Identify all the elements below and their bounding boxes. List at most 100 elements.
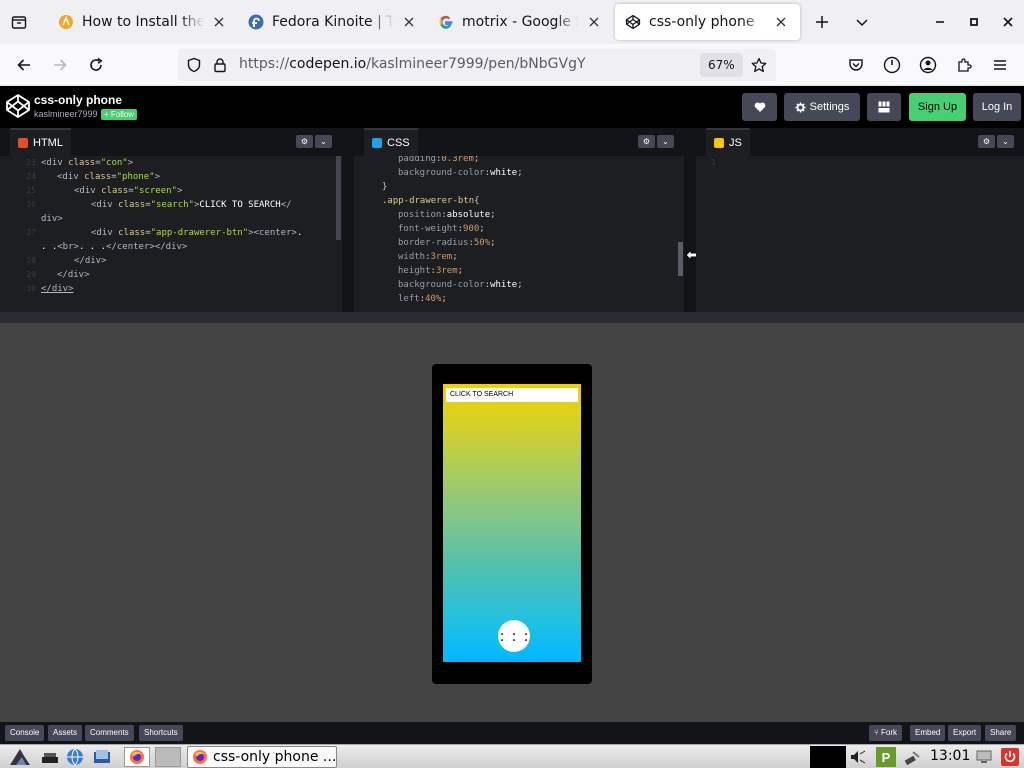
html-code[interactable]: 23 <div class="con"> 24 <div class="phon… xyxy=(0,156,342,312)
parcellite-icon[interactable]: P xyxy=(876,747,896,767)
js-badge-icon xyxy=(714,138,724,148)
js-editor-tools: ⚙ ⌄ xyxy=(978,135,1014,148)
js-editor-label: JS xyxy=(729,137,742,149)
css-editor-label: CSS xyxy=(387,137,410,149)
workspace-switcher[interactable] xyxy=(155,747,181,767)
log-in-button[interactable]: Log In xyxy=(973,93,1021,121)
layout-grid-icon xyxy=(878,101,890,113)
css-editor-tab: CSS xyxy=(364,128,418,156)
bookmark-star-icon[interactable] xyxy=(747,53,771,77)
heart-icon xyxy=(754,102,765,112)
taskbar-clock[interactable]: 13:01 xyxy=(930,748,970,764)
codepen-icon xyxy=(625,14,641,30)
chevron-down-icon[interactable]: ⌄ xyxy=(657,135,674,148)
js-code[interactable]: 1 xyxy=(696,156,1024,312)
network-icon[interactable] xyxy=(902,747,922,767)
love-button[interactable] xyxy=(742,93,777,121)
url-host: codepen.io xyxy=(289,56,367,72)
codepen-footer: Console Assets Comments Shortcuts ⑂ Fork… xyxy=(0,722,1024,744)
console-button[interactable]: Console xyxy=(5,725,45,741)
firefox-icon xyxy=(193,750,207,764)
html-editor-tools: ⚙ ⌄ xyxy=(296,135,332,148)
phone-search-box[interactable]: CLICK TO SEARCH xyxy=(446,388,578,402)
file-manager-icon[interactable] xyxy=(92,747,112,767)
back-button[interactable] xyxy=(10,51,38,79)
tab-motrix-google-search[interactable]: motrix - Google Sea xyxy=(428,4,613,40)
tab-title: css-only phone xyxy=(649,14,755,30)
gear-icon[interactable]: ⚙ xyxy=(638,135,655,148)
close-icon[interactable] xyxy=(400,13,418,31)
menu-hamburger-icon[interactable] xyxy=(986,51,1014,79)
firefox-launcher-icon[interactable] xyxy=(124,747,150,767)
css-badge-icon xyxy=(372,138,382,148)
site-icon xyxy=(58,14,74,30)
list-all-tabs-button[interactable] xyxy=(848,8,876,36)
close-icon[interactable] xyxy=(210,13,228,31)
js-editor-tab: JS xyxy=(706,128,750,156)
volume-icon[interactable] xyxy=(848,747,868,767)
editor-resizer[interactable] xyxy=(684,128,696,312)
close-icon[interactable] xyxy=(772,13,790,31)
embed-button[interactable]: Embed xyxy=(910,725,946,741)
reload-button[interactable] xyxy=(82,51,110,79)
close-window-button[interactable] xyxy=(994,8,1022,36)
css-editor[interactable]: CSS ⚙ ⌄ padding:0.3rem; background-color… xyxy=(354,128,684,312)
tab-how-to-install[interactable]: How to Install the L xyxy=(48,4,238,40)
html-editor[interactable]: HTML ⚙ ⌄ 23 <div class="con"> 24 <div cl… xyxy=(0,128,342,312)
comments-button[interactable]: Comments xyxy=(85,725,134,741)
settings-button[interactable]: Settings xyxy=(784,93,860,121)
tab-title: How to Install the L xyxy=(82,14,204,30)
js-editor[interactable]: JS ⚙ ⌄ 1 xyxy=(696,128,1024,312)
url-text: https://codepen.io/kaslmineer7999/pen/bN… xyxy=(239,56,586,72)
export-button[interactable]: Export xyxy=(948,725,982,741)
browser-launcher-icon[interactable] xyxy=(65,747,85,767)
css-code[interactable]: padding:0.3rem; background-color:white; … xyxy=(354,156,684,312)
start-menu-icon[interactable] xyxy=(6,747,34,767)
power-icon[interactable] xyxy=(878,51,906,79)
preview-divider[interactable] xyxy=(0,312,1024,323)
share-button[interactable]: Share xyxy=(985,725,1017,741)
change-view-button[interactable] xyxy=(867,93,901,121)
maximize-window-button[interactable] xyxy=(960,8,988,36)
shortcuts-button[interactable]: Shortcuts xyxy=(139,725,183,741)
chevron-down-icon[interactable]: ⌄ xyxy=(315,135,332,148)
scrollbar-thumb[interactable] xyxy=(336,156,341,240)
forward-button[interactable] xyxy=(46,51,74,79)
result-preview: CLICK TO SEARCH . . . . . . xyxy=(0,312,1024,722)
zoom-level-button[interactable]: 67% xyxy=(700,53,743,77)
close-icon[interactable] xyxy=(585,13,603,31)
pocket-icon[interactable] xyxy=(842,51,870,79)
taskbar-window-button[interactable]: css-only phone ... xyxy=(187,746,337,768)
tab-css-only-phone[interactable]: css-only phone xyxy=(615,4,800,40)
fork-button[interactable]: ⑂ Fork xyxy=(869,725,903,741)
google-icon xyxy=(438,14,454,30)
display-settings-icon[interactable] xyxy=(974,747,994,767)
url-bar[interactable]: https://codepen.io/kaslmineer7999/pen/bN… xyxy=(178,49,776,81)
power-button-icon[interactable] xyxy=(1000,747,1020,767)
assets-button[interactable]: Assets xyxy=(48,725,83,741)
app-drawer-button[interactable]: . . . . . . xyxy=(498,620,530,652)
show-desktop-icon[interactable] xyxy=(40,747,60,767)
gear-icon[interactable]: ⚙ xyxy=(296,135,313,148)
shield-icon[interactable] xyxy=(182,53,206,77)
tab-fedora-kinoite[interactable]: Fedora Kinoite | The xyxy=(238,4,428,40)
taskbar-window-title: css-only phone ... xyxy=(213,749,337,765)
account-icon[interactable] xyxy=(914,51,942,79)
chevron-down-icon[interactable]: ⌄ xyxy=(997,135,1014,148)
desktop-taskbar: css-only phone ... P 13:01 xyxy=(0,744,1024,768)
editor-resizer[interactable] xyxy=(342,128,354,312)
minimize-window-button[interactable] xyxy=(926,8,954,36)
extensions-icon[interactable] xyxy=(950,51,978,79)
lock-icon[interactable] xyxy=(208,53,232,77)
follow-button[interactable]: + Follow xyxy=(101,109,138,120)
fork-label: Fork xyxy=(881,728,898,737)
sign-up-button[interactable]: Sign Up xyxy=(909,93,966,121)
tab-title: Fedora Kinoite | The xyxy=(272,14,394,30)
pen-author-link[interactable]: kaslmineer7999 xyxy=(34,109,98,119)
tab-overview-icon[interactable] xyxy=(6,9,32,35)
new-tab-button[interactable] xyxy=(808,8,836,36)
gear-icon[interactable]: ⚙ xyxy=(978,135,995,148)
codepen-logo-icon[interactable] xyxy=(5,93,31,119)
pen-title: css-only phone xyxy=(34,93,123,107)
codepen-header: css-only phone kaslmineer7999 + Follow S… xyxy=(0,86,1024,128)
